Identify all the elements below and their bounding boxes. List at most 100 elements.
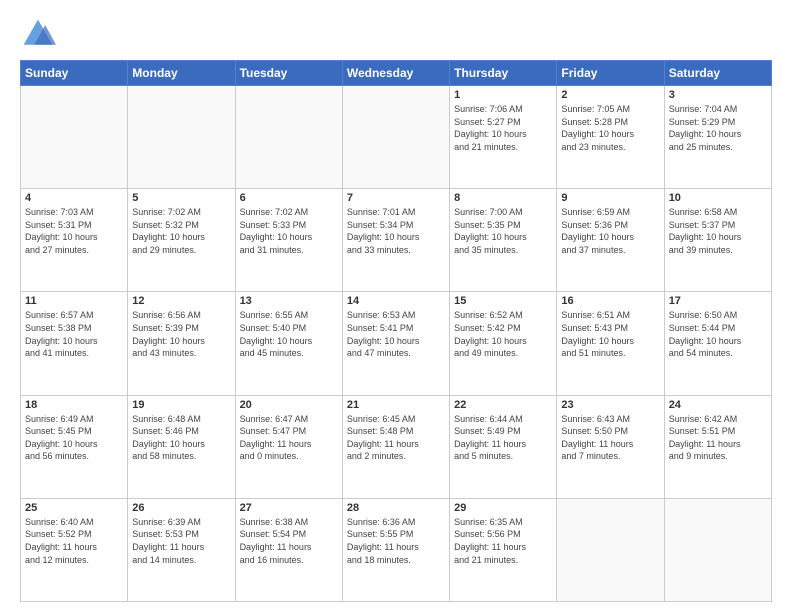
day-info: Sunrise: 6:58 AM Sunset: 5:37 PM Dayligh… — [669, 206, 767, 256]
header-saturday: Saturday — [664, 61, 771, 86]
day-number: 15 — [454, 295, 552, 307]
day-info: Sunrise: 6:55 AM Sunset: 5:40 PM Dayligh… — [240, 309, 338, 359]
day-info: Sunrise: 7:02 AM Sunset: 5:32 PM Dayligh… — [132, 206, 230, 256]
calendar-cell: 29 Sunrise: 6:35 AM Sunset: 5:56 PM Dayli… — [450, 498, 557, 601]
calendar-cell: 2 Sunrise: 7:05 AM Sunset: 5:28 PM Daylig… — [557, 86, 664, 189]
logo-icon — [20, 16, 56, 52]
day-number: 13 — [240, 295, 338, 307]
calendar-cell: 11 Sunrise: 6:57 AM Sunset: 5:38 PM Dayli… — [21, 292, 128, 395]
day-number: 29 — [454, 502, 552, 514]
day-info: Sunrise: 6:35 AM Sunset: 5:56 PM Dayligh… — [454, 516, 552, 566]
calendar-cell: 13 Sunrise: 6:55 AM Sunset: 5:40 PM Dayli… — [235, 292, 342, 395]
day-number: 6 — [240, 192, 338, 204]
calendar-cell: 6 Sunrise: 7:02 AM Sunset: 5:33 PM Daylig… — [235, 189, 342, 292]
calendar-cell — [557, 498, 664, 601]
calendar-cell — [128, 86, 235, 189]
calendar-cell: 12 Sunrise: 6:56 AM Sunset: 5:39 PM Dayli… — [128, 292, 235, 395]
day-number: 19 — [132, 399, 230, 411]
day-number: 20 — [240, 399, 338, 411]
calendar-cell: 23Sunrise: 6:43 AM Sunset: 5:50 PM Dayli… — [557, 395, 664, 498]
calendar-cell: 7 Sunrise: 7:01 AM Sunset: 5:34 PM Daylig… — [342, 189, 449, 292]
day-number: 11 — [25, 295, 123, 307]
day-info: Sunrise: 6:59 AM Sunset: 5:36 PM Dayligh… — [561, 206, 659, 256]
calendar-cell: 21 Sunrise: 6:45 AM Sunset: 5:48 PM Dayli… — [342, 395, 449, 498]
calendar-week-4: 25 Sunrise: 6:40 AM Sunset: 5:52 PM Dayli… — [21, 498, 772, 601]
calendar-cell — [664, 498, 771, 601]
day-number: 5 — [132, 192, 230, 204]
calendar-week-3: 18 Sunrise: 6:49 AM Sunset: 5:45 PM Dayli… — [21, 395, 772, 498]
day-number: 17 — [669, 295, 767, 307]
header-friday: Friday — [557, 61, 664, 86]
day-info: Sunrise: 7:05 AM Sunset: 5:28 PM Dayligh… — [561, 103, 659, 153]
day-info: Sunrise: 6:44 AM Sunset: 5:49 PM Dayligh… — [454, 413, 552, 463]
header-sunday: Sunday — [21, 61, 128, 86]
calendar-cell: 16 Sunrise: 6:51 AM Sunset: 5:43 PM Dayli… — [557, 292, 664, 395]
day-info: Sunrise: 6:50 AM Sunset: 5:44 PM Dayligh… — [669, 309, 767, 359]
day-number: 10 — [669, 192, 767, 204]
calendar-cell: 28Sunrise: 6:36 AM Sunset: 5:55 PM Dayli… — [342, 498, 449, 601]
day-number: 14 — [347, 295, 445, 307]
calendar-cell — [342, 86, 449, 189]
day-info: Sunrise: 6:56 AM Sunset: 5:39 PM Dayligh… — [132, 309, 230, 359]
calendar-cell: 5 Sunrise: 7:02 AM Sunset: 5:32 PM Daylig… — [128, 189, 235, 292]
day-number: 24 — [669, 399, 767, 411]
calendar-table: Sunday Monday Tuesday Wednesday Thursday… — [20, 60, 772, 602]
header-wednesday: Wednesday — [342, 61, 449, 86]
day-info: Sunrise: 6:45 AM Sunset: 5:48 PM Dayligh… — [347, 413, 445, 463]
day-info: Sunrise: 6:57 AM Sunset: 5:38 PM Dayligh… — [25, 309, 123, 359]
calendar-cell: 1 Sunrise: 7:06 AM Sunset: 5:27 PM Daylig… — [450, 86, 557, 189]
day-number: 8 — [454, 192, 552, 204]
day-number: 9 — [561, 192, 659, 204]
day-number: 4 — [25, 192, 123, 204]
day-info: Sunrise: 6:36 AM Sunset: 5:55 PM Dayligh… — [347, 516, 445, 566]
calendar-week-1: 4 Sunrise: 7:03 AM Sunset: 5:31 PM Daylig… — [21, 189, 772, 292]
day-number: 7 — [347, 192, 445, 204]
day-number: 27 — [240, 502, 338, 514]
calendar-cell: 14Sunrise: 6:53 AM Sunset: 5:41 PM Dayli… — [342, 292, 449, 395]
day-number: 21 — [347, 399, 445, 411]
day-info: Sunrise: 6:47 AM Sunset: 5:47 PM Dayligh… — [240, 413, 338, 463]
header-tuesday: Tuesday — [235, 61, 342, 86]
calendar-cell: 26Sunrise: 6:39 AM Sunset: 5:53 PM Dayli… — [128, 498, 235, 601]
header-monday: Monday — [128, 61, 235, 86]
calendar-cell: 24 Sunrise: 6:42 AM Sunset: 5:51 PM Dayli… — [664, 395, 771, 498]
day-info: Sunrise: 6:49 AM Sunset: 5:45 PM Dayligh… — [25, 413, 123, 463]
day-number: 16 — [561, 295, 659, 307]
day-info: Sunrise: 6:38 AM Sunset: 5:54 PM Dayligh… — [240, 516, 338, 566]
day-number: 25 — [25, 502, 123, 514]
day-number: 23 — [561, 399, 659, 411]
header-row: Sunday Monday Tuesday Wednesday Thursday… — [21, 61, 772, 86]
calendar-cell: 17 Sunrise: 6:50 AM Sunset: 5:44 PM Dayli… — [664, 292, 771, 395]
calendar-cell: 3Sunrise: 7:04 AM Sunset: 5:29 PM Daylig… — [664, 86, 771, 189]
day-info: Sunrise: 7:02 AM Sunset: 5:33 PM Dayligh… — [240, 206, 338, 256]
calendar-cell: 9 Sunrise: 6:59 AM Sunset: 5:36 PM Daylig… — [557, 189, 664, 292]
header — [20, 16, 772, 52]
calendar-cell: 27 Sunrise: 6:38 AM Sunset: 5:54 PM Dayli… — [235, 498, 342, 601]
calendar-cell: 10 Sunrise: 6:58 AM Sunset: 5:37 PM Dayli… — [664, 189, 771, 292]
header-thursday: Thursday — [450, 61, 557, 86]
day-number: 1 — [454, 89, 552, 101]
day-number: 3 — [669, 89, 767, 101]
day-info: Sunrise: 7:03 AM Sunset: 5:31 PM Dayligh… — [25, 206, 123, 256]
day-info: Sunrise: 7:01 AM Sunset: 5:34 PM Dayligh… — [347, 206, 445, 256]
day-number: 26 — [132, 502, 230, 514]
calendar-cell — [235, 86, 342, 189]
calendar-cell: 22Sunrise: 6:44 AM Sunset: 5:49 PM Dayli… — [450, 395, 557, 498]
day-info: Sunrise: 7:06 AM Sunset: 5:27 PM Dayligh… — [454, 103, 552, 153]
day-info: Sunrise: 6:40 AM Sunset: 5:52 PM Dayligh… — [25, 516, 123, 566]
day-info: Sunrise: 6:48 AM Sunset: 5:46 PM Dayligh… — [132, 413, 230, 463]
calendar-cell: 18 Sunrise: 6:49 AM Sunset: 5:45 PM Dayli… — [21, 395, 128, 498]
day-number: 12 — [132, 295, 230, 307]
calendar-cell — [21, 86, 128, 189]
day-info: Sunrise: 6:42 AM Sunset: 5:51 PM Dayligh… — [669, 413, 767, 463]
calendar-cell: 8Sunrise: 7:00 AM Sunset: 5:35 PM Daylig… — [450, 189, 557, 292]
calendar-week-2: 11 Sunrise: 6:57 AM Sunset: 5:38 PM Dayli… — [21, 292, 772, 395]
calendar-cell: 20 Sunrise: 6:47 AM Sunset: 5:47 PM Dayli… — [235, 395, 342, 498]
day-info: Sunrise: 6:52 AM Sunset: 5:42 PM Dayligh… — [454, 309, 552, 359]
day-number: 18 — [25, 399, 123, 411]
logo — [20, 16, 60, 52]
calendar-cell: 4 Sunrise: 7:03 AM Sunset: 5:31 PM Daylig… — [21, 189, 128, 292]
calendar-cell: 25 Sunrise: 6:40 AM Sunset: 5:52 PM Dayli… — [21, 498, 128, 601]
day-info: Sunrise: 6:51 AM Sunset: 5:43 PM Dayligh… — [561, 309, 659, 359]
day-number: 2 — [561, 89, 659, 101]
